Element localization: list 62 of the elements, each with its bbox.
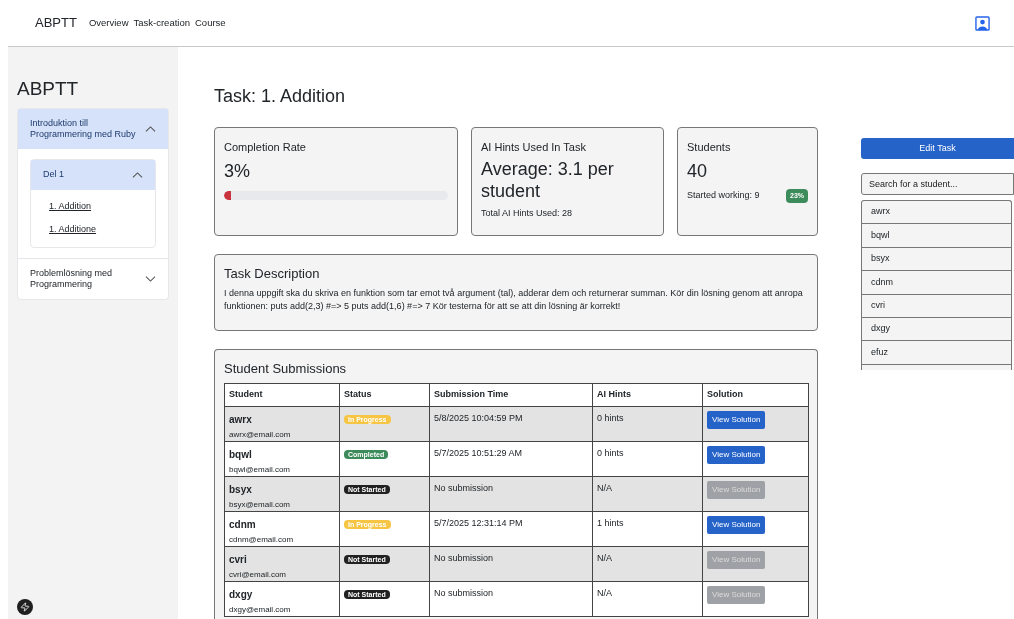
view-solution-button[interactable]: View Solution xyxy=(707,515,766,534)
table-cell: N/A xyxy=(592,546,703,581)
total-hints: Total AI Hints Used: 28 xyxy=(481,206,574,220)
lightning-icon[interactable] xyxy=(17,599,33,615)
student-cell: bqwl bqwl@email.com xyxy=(224,441,340,476)
table-cell: 5/7/2025 12:31:14 PM xyxy=(429,511,593,546)
view-solution-button[interactable]: View Solution xyxy=(707,410,766,429)
student-cell: awrx awrx@email.com xyxy=(224,406,340,441)
chevron-up-icon xyxy=(145,125,156,132)
started-working: Started working: 9 xyxy=(687,189,760,202)
column-header: Status xyxy=(339,383,430,406)
card-title: Completion Rate xyxy=(224,140,307,155)
chevron-up-icon xyxy=(132,171,143,178)
completion-value: 3% xyxy=(224,159,251,183)
task-link[interactable]: 1. Addition xyxy=(49,199,92,213)
description-text: I denna uppgift ska du skriva en funktion som tar emot två argument (tal), adderar dem och returnerar summan. Kör din lösning genom att anropa funktionen: puts add(2,3) #=> 5 puts add(1,6) #=> 7 Kör testerna för att se att din lösning är korrekt! xyxy=(224,286,804,313)
nav-link[interactable]: Course xyxy=(195,15,226,31)
table-cell: N/A xyxy=(592,476,703,511)
nav-link[interactable]: Overview xyxy=(88,15,129,31)
table-cell: N/A xyxy=(592,581,703,616)
student-cell: cdnm cdnm@email.com xyxy=(224,511,340,546)
student-list-item[interactable]: awrx xyxy=(862,201,1011,225)
table-cell: 0 hints xyxy=(592,406,703,441)
page-title: Task: 1. Addition xyxy=(214,85,347,108)
chevron-down-icon xyxy=(145,275,156,282)
student-cell: bsyx bsyx@email.com xyxy=(224,476,340,511)
column-header: AI Hints xyxy=(592,383,703,406)
column-header: Solution xyxy=(702,383,809,406)
view-solution-button[interactable]: View Solution xyxy=(707,445,766,464)
student-list-item[interactable]: dxgy xyxy=(862,317,1011,342)
card-title: Student Submissions xyxy=(224,360,348,378)
table-cell: No submission xyxy=(429,581,593,616)
table-cell: 1 hints xyxy=(592,511,703,546)
column-header: Submission Time xyxy=(429,383,593,406)
sidebar-title: ABPTT xyxy=(17,77,80,101)
table-cell: 5/7/2025 10:51:29 AM xyxy=(429,441,593,476)
table-cell: No submission xyxy=(429,546,593,581)
card-title: Task Description xyxy=(224,265,321,283)
card-title: Students xyxy=(687,140,732,155)
student-cell: cvri cvri@email.com xyxy=(224,546,340,581)
student-list-item[interactable]: bsyx xyxy=(862,247,1011,272)
accordion-header[interactable]: Del 1 xyxy=(31,159,155,190)
students-value: 40 xyxy=(687,159,709,183)
average-value: Average: 3.1 per student xyxy=(481,157,615,202)
user-profile-icon[interactable] xyxy=(975,15,990,31)
student-list-item[interactable]: cvri xyxy=(862,294,1011,318)
task-link[interactable]: 1. Additione xyxy=(49,223,97,237)
table-cell: No submission xyxy=(429,476,593,511)
student-list-item[interactable]: cdnm xyxy=(862,271,1011,295)
search-field[interactable]: Search for a student... xyxy=(861,173,1014,195)
accordion-header[interactable]: Introduktion till Programmering med Ruby xyxy=(18,108,168,149)
student-cell: dxgy dxgy@email.com xyxy=(224,581,340,616)
nav-link[interactable]: Task-creation xyxy=(133,15,190,31)
table-cell: 5/8/2025 10:04:59 PM xyxy=(429,406,593,441)
column-header: Student xyxy=(224,383,340,406)
accordion-header[interactable]: Problemlösning med Programmering xyxy=(18,258,168,299)
edit-task-button[interactable]: Edit Task xyxy=(861,138,1014,159)
student-list-item[interactable]: efuz xyxy=(862,341,1011,365)
card-title: AI Hints Used In Task xyxy=(481,140,587,155)
table-cell: 0 hints xyxy=(592,441,703,476)
student-list-item[interactable]: bqwl xyxy=(862,224,1011,248)
brand-title[interactable]: ABPTT xyxy=(35,13,77,33)
